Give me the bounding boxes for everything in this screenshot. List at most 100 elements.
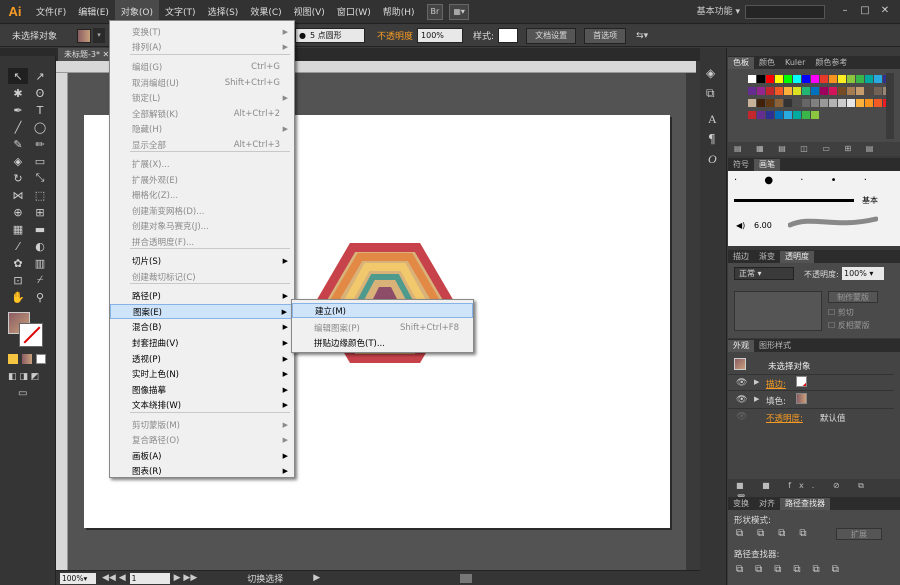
prev-artboard-icon[interactable]: ◀◀ ◀	[102, 573, 126, 583]
eraser-tool-icon[interactable]: ▭	[30, 153, 50, 169]
object-menu-item[interactable]: 封套扭曲(V) ▶	[110, 335, 294, 350]
tab-swatches[interactable]: 色板	[728, 56, 754, 69]
hand-tool-icon[interactable]: ✋	[8, 289, 28, 305]
workspace-switcher[interactable]: 基本功能 ▾	[697, 4, 740, 17]
pencil-tool-icon[interactable]: ✏	[30, 136, 50, 152]
color-swatch[interactable]	[829, 75, 837, 83]
appearance-footer-icons[interactable]: ■ ■ fx. ⊘ ⧉ 🗑	[728, 479, 900, 503]
color-swatch[interactable]	[784, 111, 792, 119]
screen-mode-icon[interactable]: ▭	[18, 388, 34, 400]
color-swatch[interactable]	[748, 75, 756, 83]
zoom-field[interactable]: 100%▾	[60, 572, 96, 584]
artboard-tool-icon[interactable]: ⊡	[8, 272, 28, 288]
color-swatch[interactable]	[766, 99, 774, 107]
color-swatch[interactable]	[865, 75, 873, 83]
opacity-link[interactable]: 不透明度	[377, 29, 413, 42]
fill-expand-icon[interactable]: ▶	[754, 395, 759, 403]
drawing-modes-icon[interactable]: ◧ ◨ ◩	[8, 372, 46, 384]
object-menu-item[interactable]: 图像描摹 ▶	[110, 382, 294, 397]
color-swatch[interactable]	[811, 111, 819, 119]
color-swatch[interactable]	[784, 99, 792, 107]
color-swatch[interactable]	[820, 99, 828, 107]
color-swatch[interactable]	[847, 87, 855, 95]
pathfinder-buttons[interactable]: ⧉⧉⧉⧉⧉⧉	[736, 564, 851, 575]
blend-mode-select[interactable]: 正常 ▾	[734, 267, 794, 280]
color-swatch[interactable]	[811, 99, 819, 107]
object-menu-item[interactable]: 路径(P) ▶	[110, 288, 294, 303]
color-swatch[interactable]	[865, 99, 873, 107]
color-swatch[interactable]	[856, 99, 864, 107]
color-swatch[interactable]	[856, 87, 864, 95]
opentype-icon[interactable]: O	[708, 152, 717, 167]
color-swatch[interactable]	[847, 75, 855, 83]
color-swatch[interactable]	[775, 87, 783, 95]
object-menu-item[interactable]: 实时上色(N) ▶	[110, 366, 294, 381]
color-swatch[interactable]	[820, 75, 828, 83]
color-swatch[interactable]	[820, 87, 828, 95]
tab-kuler[interactable]: Kuler	[780, 57, 810, 69]
object-menu-item[interactable]: 图表(R) ▶	[110, 463, 294, 478]
fill-dropdown-icon[interactable]: ▾	[93, 28, 106, 43]
line-tool-icon[interactable]: ╱	[8, 119, 28, 135]
artboard-number-field[interactable]: 1	[129, 572, 170, 584]
brush-tip-samples[interactable]: · ● · • ·	[734, 175, 879, 186]
tab-graphic-styles[interactable]: 图形样式	[754, 340, 796, 352]
opacity-input[interactable]: 100%	[417, 28, 464, 43]
blob-brush-tool-icon[interactable]: ◈	[8, 153, 28, 169]
clip-checkbox[interactable]: ☐ 剪切	[828, 307, 854, 318]
swatches-scrollbar[interactable]	[886, 73, 894, 139]
column-graph-tool-icon[interactable]: ▥	[30, 255, 50, 271]
paragraph-icon[interactable]: ¶	[708, 132, 716, 146]
color-swatch[interactable]	[802, 111, 810, 119]
color-swatch[interactable]	[811, 75, 819, 83]
close-icon[interactable]: ✕	[878, 5, 892, 17]
stroke-row-label[interactable]: 描边:	[766, 378, 786, 390]
selection-tool-icon[interactable]: ↖	[8, 68, 28, 84]
color-swatch[interactable]	[847, 99, 855, 107]
tab-brushes[interactable]: 画笔	[754, 158, 780, 171]
tab-stroke[interactable]: 描边	[728, 251, 754, 263]
object-menu-item[interactable]: 图案(E) ▶	[110, 304, 294, 319]
rotate-tool-icon[interactable]: ↻	[8, 170, 28, 186]
swatches-footer-icons[interactable]: ▤ ▦ ▤ ◫ ▭ ⊞ ▤ ⊟	[728, 142, 900, 167]
document-setup-button[interactable]: 文档设置	[526, 27, 577, 44]
tab-color[interactable]: 颜色	[754, 57, 780, 69]
color-swatch[interactable]	[793, 111, 801, 119]
pattern-submenu-item[interactable]: 拼贴边缘颜色(T)...	[292, 335, 473, 350]
symbol-sprayer-tool-icon[interactable]: ✿	[8, 255, 28, 271]
transparency-opacity-input[interactable]: 100% ▾	[842, 267, 884, 280]
maximize-icon[interactable]: □	[858, 5, 872, 17]
shape-builder-tool-icon[interactable]: ⊕	[8, 204, 28, 220]
graphic-style-swatch[interactable]	[498, 28, 519, 43]
pattern-submenu-item[interactable]: 建立(M)	[292, 303, 473, 318]
color-mode-icon[interactable]	[8, 354, 18, 364]
help-search-input[interactable]	[745, 5, 825, 19]
tab-pathfinder[interactable]: 路径查找器	[780, 497, 830, 510]
color-swatch[interactable]	[748, 111, 756, 119]
color-swatch[interactable]	[865, 87, 873, 95]
color-swatch[interactable]	[757, 111, 765, 119]
type-tool-icon[interactable]: T	[30, 102, 50, 118]
make-mask-button[interactable]: 制作蒙版	[828, 291, 878, 303]
object-menu-item[interactable]: 文本绕排(W) ▶	[110, 397, 294, 412]
arrange-icon[interactable]: ⇆▾	[636, 31, 648, 41]
object-menu-item[interactable]: 切片(S) ▶	[110, 253, 294, 268]
stroke-none-swatch[interactable]	[796, 376, 807, 387]
blend-tool-icon[interactable]: ◐	[30, 238, 50, 254]
color-swatch[interactable]	[838, 99, 846, 107]
object-menu-item[interactable]: 画板(A) ▶	[110, 448, 294, 463]
color-swatch[interactable]	[856, 75, 864, 83]
brush-definition-select[interactable]: ● 5 点圆形	[295, 28, 366, 43]
magic-wand-tool-icon[interactable]: ✱	[8, 85, 28, 101]
status-menu-icon[interactable]: ▶	[313, 573, 320, 583]
minimize-icon[interactable]: –	[838, 5, 852, 17]
pen-tool-icon[interactable]: ✒	[8, 102, 28, 118]
layers-icon[interactable]: ◈	[706, 66, 715, 80]
object-menu-item[interactable]: 透视(P) ▶	[110, 351, 294, 366]
color-swatch[interactable]	[766, 75, 774, 83]
expand-button[interactable]: 扩展	[836, 528, 882, 540]
color-swatch[interactable]	[784, 75, 792, 83]
color-swatch[interactable]	[775, 111, 783, 119]
color-swatch[interactable]	[775, 99, 783, 107]
color-swatch[interactable]	[748, 87, 756, 95]
